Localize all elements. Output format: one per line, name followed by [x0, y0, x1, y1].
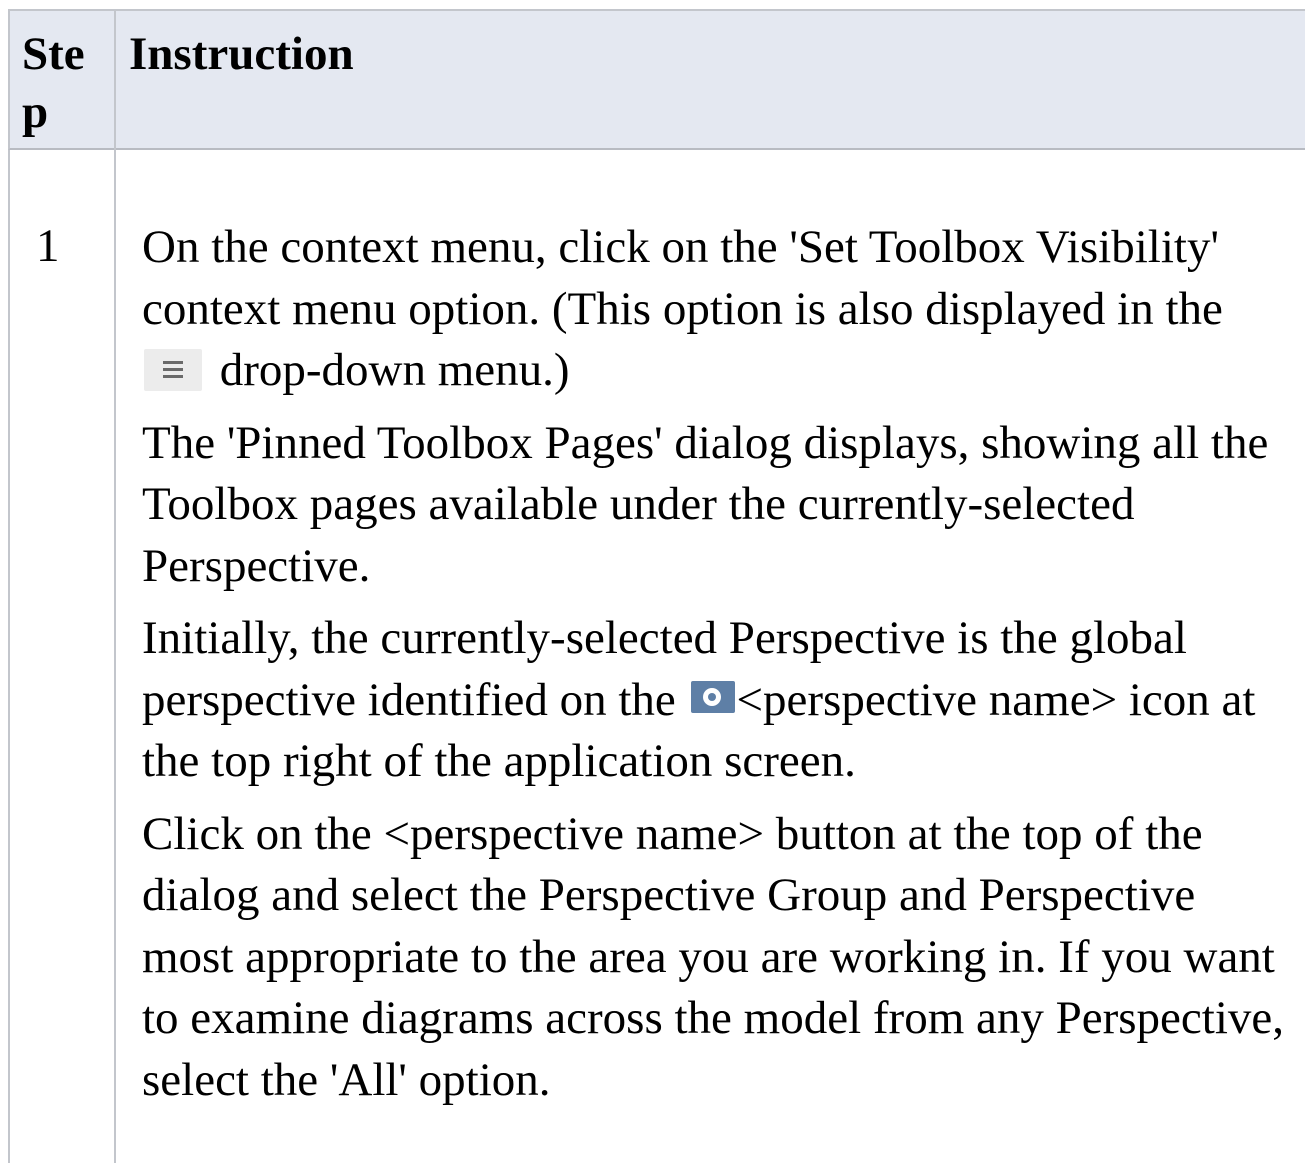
instruction-paragraph: The 'Pinned Toolbox Pages' dialog displa… — [142, 416, 1269, 592]
instruction-table: Step Instruction 1 On the context menu, … — [8, 9, 1305, 1163]
column-divider — [114, 9, 116, 150]
instruction-text: drop-down menu.) — [219, 344, 570, 396]
header-instruction: Instruction — [129, 28, 354, 80]
instruction-paragraph: On the context menu, click on the 'Set T… — [142, 217, 1292, 402]
instruction-cell: On the context menu, click on the 'Set T… — [142, 217, 1292, 1122]
instruction-paragraph: Click on the <perspective name> button a… — [142, 807, 1284, 1106]
instruction-paragraph: Initially, the currently-selected Perspe… — [142, 608, 1292, 793]
step-number: 1 — [36, 220, 60, 272]
eye-icon — [690, 680, 735, 713]
hamburger-menu-icon — [144, 349, 202, 391]
column-divider — [114, 150, 116, 1163]
table-left-border — [8, 150, 10, 1163]
header-step: Step — [22, 28, 85, 138]
instruction-text: On the context menu, click on the 'Set T… — [142, 221, 1223, 335]
